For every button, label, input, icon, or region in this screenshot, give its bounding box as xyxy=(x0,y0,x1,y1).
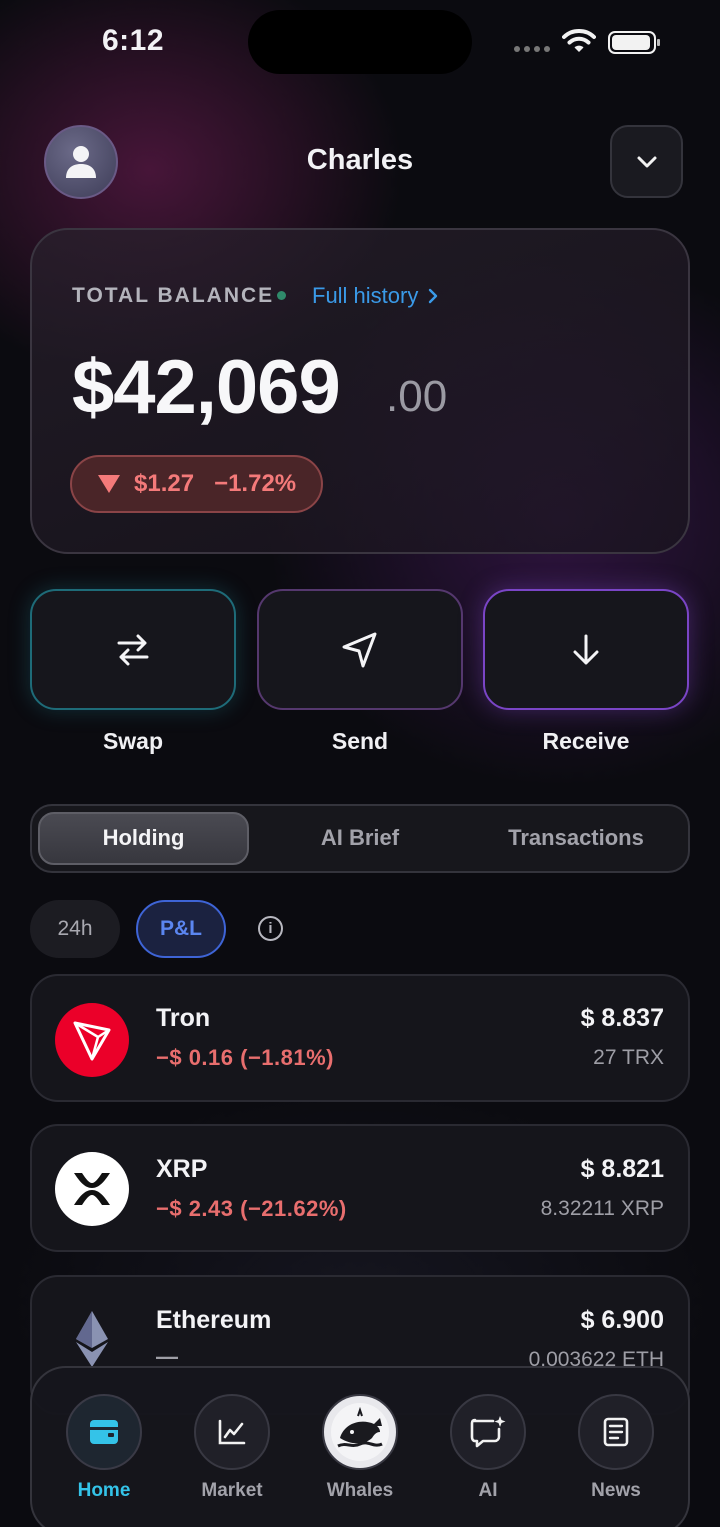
holding-pnl: −$ 0.16 (−1.81%) xyxy=(156,1045,335,1070)
status-time: 6:12 xyxy=(102,24,165,57)
holding-name: Tron xyxy=(156,1004,211,1032)
holding-value: $ 8.821 xyxy=(580,1155,664,1183)
account-dropdown-button[interactable] xyxy=(610,125,683,198)
holding-value: $ 6.900 xyxy=(580,1306,664,1334)
send-label: Send xyxy=(331,728,389,754)
change-percent: −1.72% xyxy=(214,470,297,497)
holding-pnl: −$ 2.43 (−21.62%) xyxy=(156,1196,347,1221)
whale-icon xyxy=(331,1403,389,1461)
holding-row-tron[interactable] xyxy=(30,974,690,1102)
tab-holding-label[interactable]: Holding xyxy=(38,825,249,851)
holding-value: $ 8.837 xyxy=(580,1004,664,1032)
tab-transactions[interactable]: Transactions xyxy=(466,825,686,851)
swap-arrows-icon xyxy=(117,634,149,665)
tron-logo-icon xyxy=(55,1003,129,1077)
nav-market-button[interactable] xyxy=(194,1394,270,1470)
arrow-down-icon xyxy=(573,634,599,664)
balance-change-badge: $1.27 −1.72% xyxy=(70,455,323,513)
swap-label: Swap xyxy=(102,728,164,754)
nav-home-button[interactable] xyxy=(66,1394,142,1470)
nav-whales-label[interactable]: Whales xyxy=(300,1480,420,1502)
tab-ai-brief[interactable]: AI Brief xyxy=(255,825,465,851)
chart-icon xyxy=(218,1419,246,1445)
full-history-label: Full history xyxy=(312,283,419,308)
send-icon xyxy=(342,632,377,667)
ethereum-logo-icon xyxy=(55,1302,129,1376)
wallet-icon xyxy=(90,1420,118,1444)
send-button[interactable] xyxy=(257,589,463,710)
receive-label: Receive xyxy=(542,728,630,754)
xrp-logo-icon xyxy=(55,1152,129,1226)
battery-icon xyxy=(608,31,660,54)
nav-whales-button[interactable] xyxy=(322,1394,398,1470)
holding-quantity: 8.32211 XRP xyxy=(540,1197,664,1220)
filter-24h-chip[interactable]: 24h xyxy=(30,900,120,958)
chevron-right-icon xyxy=(429,288,438,304)
holding-name: XRP xyxy=(156,1155,208,1183)
nav-news-label[interactable]: News xyxy=(556,1480,676,1502)
balance-amount: $42,069 xyxy=(72,345,341,430)
triangle-down-icon xyxy=(98,475,120,493)
nav-market-label[interactable]: Market xyxy=(172,1480,292,1502)
holding-name: Ethereum xyxy=(156,1306,272,1334)
holding-row-xrp[interactable] xyxy=(30,1124,690,1252)
swap-button[interactable] xyxy=(30,589,236,710)
total-balance-label: TOTAL BALANCE xyxy=(72,284,275,307)
nav-ai-label[interactable]: AI xyxy=(428,1480,548,1502)
full-history-link[interactable]: Full history xyxy=(312,283,438,309)
dynamic-island xyxy=(248,10,472,74)
live-status-dot xyxy=(277,291,286,300)
wifi-icon xyxy=(562,29,596,52)
nav-home-label[interactable]: Home xyxy=(44,1480,164,1502)
info-icon[interactable]: i xyxy=(258,916,283,941)
news-icon xyxy=(603,1417,629,1447)
receive-button[interactable] xyxy=(483,589,689,710)
cellular-signal-icon xyxy=(514,46,550,52)
ai-chat-icon xyxy=(470,1416,506,1448)
change-value: $1.27 xyxy=(134,470,195,497)
filter-pl-chip[interactable]: P&L xyxy=(136,900,226,958)
chevron-down-icon xyxy=(637,156,656,167)
nav-ai-button[interactable] xyxy=(450,1394,526,1470)
balance-cents: .00 xyxy=(386,372,448,421)
nav-news-button[interactable] xyxy=(578,1394,654,1470)
holding-quantity: 27 TRX xyxy=(593,1046,664,1069)
